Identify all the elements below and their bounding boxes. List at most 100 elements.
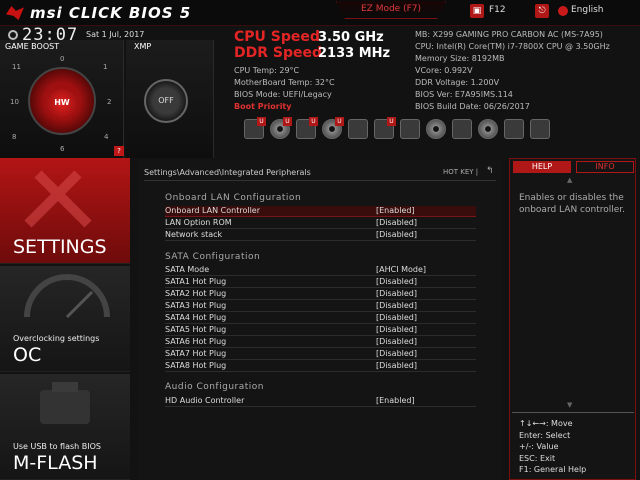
setting-label: SATA4 Hot Plug (165, 313, 227, 322)
flash-icon (40, 382, 90, 424)
setting-label: SATA2 Hot Plug (165, 289, 227, 298)
globe-icon[interactable] (558, 6, 568, 16)
boot-device-network-icon[interactable]: U (374, 117, 396, 139)
uefi-badge-icon: U (257, 117, 266, 126)
uefi-badge-icon: U (283, 117, 292, 126)
setting-value: [Disabled] (376, 325, 417, 334)
dial-number: 0 (60, 55, 65, 63)
brand-title: msi CLICK BIOS 5 (30, 4, 192, 22)
xmp-toggle[interactable]: OFF (144, 79, 188, 123)
boot-device-usb-icon[interactable] (348, 119, 368, 139)
setting-row-lan-option-rom[interactable]: LAN Option ROM [Disabled] (165, 218, 476, 229)
setting-row-sata-mode[interactable]: SATA Mode [AHCI Mode] (165, 265, 476, 276)
setting-row-network-stack[interactable]: Network stack [Disabled] (165, 230, 476, 241)
setting-row-sata2-hot-plug[interactable]: SATA2 Hot Plug [Disabled] (165, 289, 476, 300)
vcore-info: VCore: 0.992V (415, 66, 473, 75)
boot-device-disc-icon[interactable]: U (270, 117, 292, 139)
boot-device-disc-icon[interactable] (426, 119, 446, 139)
section-title: Onboard LAN Configuration (165, 193, 302, 203)
ddr-speed-value: 2133 MHz (318, 46, 391, 61)
help-icon[interactable]: ? (114, 146, 124, 156)
dial-number: 6 (60, 145, 65, 153)
scroll-up-icon[interactable]: ▲ (567, 176, 572, 184)
boot-device-usb-drive-icon[interactable]: U (296, 117, 318, 139)
hotkey-label[interactable]: HOT KEY | (443, 168, 478, 176)
dial-number: 4 (104, 133, 109, 141)
f12-label[interactable]: F12 (489, 5, 506, 15)
dial-number: 8 (12, 133, 17, 141)
section-title: SATA Configuration (165, 252, 261, 262)
setting-row-sata1-hot-plug[interactable]: SATA1 Hot Plug [Disabled] (165, 277, 476, 288)
nav-mflash[interactable]: Use USB to flash BIOS M-FLASH (0, 374, 130, 480)
setting-label: SATA3 Hot Plug (165, 301, 227, 310)
setting-value: [Disabled] (376, 349, 417, 358)
boot-device-card-icon[interactable] (400, 119, 420, 139)
setting-row-sata5-hot-plug[interactable]: SATA5 Hot Plug [Disabled] (165, 325, 476, 336)
game-boost-hw-button[interactable]: HW (46, 89, 78, 117)
clock-date: Sat 1 Jul, 2017 (86, 30, 145, 39)
setting-row-sata6-hot-plug[interactable]: SATA6 Hot Plug [Disabled] (165, 337, 476, 348)
exit-icon[interactable]: ⎋ (535, 4, 549, 18)
setting-value: [Disabled] (376, 230, 417, 239)
language-selector[interactable]: English (571, 5, 604, 15)
setting-value: [Disabled] (376, 218, 417, 227)
tab-info[interactable]: INFO (576, 161, 634, 173)
boot-device-usb-icon[interactable] (452, 119, 472, 139)
bios-ver-info: BIOS Ver: E7A95IMS.114 (415, 90, 513, 99)
boot-priority-label: Boot Priority (234, 102, 292, 111)
setting-label: SATA Mode (165, 265, 210, 274)
mb-info: MB: X299 GAMING PRO CARBON AC (MS-7A95) (415, 30, 603, 39)
dial-number: 1 (103, 63, 108, 71)
setting-row-hd-audio-controller[interactable]: HD Audio Controller [Enabled] (165, 396, 476, 407)
setting-value: [Disabled] (376, 361, 417, 370)
nav-oc-label: OC (13, 344, 42, 366)
boot-device-disc-icon[interactable] (478, 119, 498, 139)
setting-label: SATA5 Hot Plug (165, 325, 227, 334)
back-icon[interactable]: ↰ (486, 166, 494, 176)
setting-row-sata4-hot-plug[interactable]: SATA4 Hot Plug [Disabled] (165, 313, 476, 324)
boot-device-disc-icon[interactable]: U (322, 117, 344, 139)
setting-label: LAN Option ROM (165, 218, 232, 227)
ddr-speed-label: DDR Speed (234, 45, 323, 61)
xmp-title: XMP (134, 42, 152, 51)
scroll-down-icon[interactable]: ▼ (567, 401, 572, 409)
setting-value: [Disabled] (376, 277, 417, 286)
uefi-badge-icon: U (387, 117, 396, 126)
setting-row-onboard-lan-controller[interactable]: Onboard LAN Controller [Enabled] (165, 206, 476, 217)
gauge-icon (24, 274, 110, 319)
section-title: Audio Configuration (165, 382, 264, 392)
setting-row-sata3-hot-plug[interactable]: SATA3 Hot Plug [Disabled] (165, 301, 476, 312)
setting-value: [Disabled] (376, 313, 417, 322)
uefi-badge-icon: U (335, 117, 344, 126)
tab-help[interactable]: HELP (513, 161, 571, 173)
boot-device-network-icon[interactable] (530, 119, 550, 139)
setting-value: [Enabled] (376, 206, 415, 215)
breadcrumb: Settings\Advanced\Integrated Peripherals (144, 168, 311, 177)
setting-label: HD Audio Controller (165, 396, 245, 405)
setting-label: SATA6 Hot Plug (165, 337, 227, 346)
divider (144, 180, 496, 181)
screenshot-icon[interactable]: ▣ (470, 4, 484, 18)
msi-logo: msi CLICK BIOS 5 (6, 3, 206, 23)
setting-row-sata7-hot-plug[interactable]: SATA7 Hot Plug [Disabled] (165, 349, 476, 360)
setting-value: [Disabled] (376, 337, 417, 346)
cpu-info: CPU: Intel(R) Core(TM) i7-7800X CPU @ 3.… (415, 42, 610, 51)
setting-value: [AHCI Mode] (376, 265, 427, 274)
setting-value: [Disabled] (376, 289, 417, 298)
boot-device-usb-icon[interactable] (504, 119, 524, 139)
divider (512, 412, 634, 413)
help-text: Enables or disables the onboard LAN cont… (519, 193, 626, 215)
boot-device-drive-icon[interactable]: U (244, 117, 266, 139)
ez-mode-button[interactable]: EZ Mode (F7) (336, 1, 446, 19)
setting-value: [Enabled] (376, 396, 415, 405)
memory-info: Memory Size: 8192MB (415, 54, 505, 63)
uefi-badge-icon: U (309, 117, 318, 126)
nav-settings[interactable]: SETTINGS (0, 158, 130, 264)
setting-label: SATA1 Hot Plug (165, 277, 227, 286)
cpu-speed-value: 3.50 GHz (318, 30, 384, 45)
nav-oc-subtitle: Overclocking settings (13, 334, 100, 343)
nav-oc[interactable]: Overclocking settings OC (0, 266, 130, 372)
bios-mode: BIOS Mode: UEFI/Legacy (234, 90, 332, 99)
setting-label: SATA7 Hot Plug (165, 349, 227, 358)
setting-row-sata8-hot-plug[interactable]: SATA8 Hot Plug [Disabled] (165, 361, 476, 372)
